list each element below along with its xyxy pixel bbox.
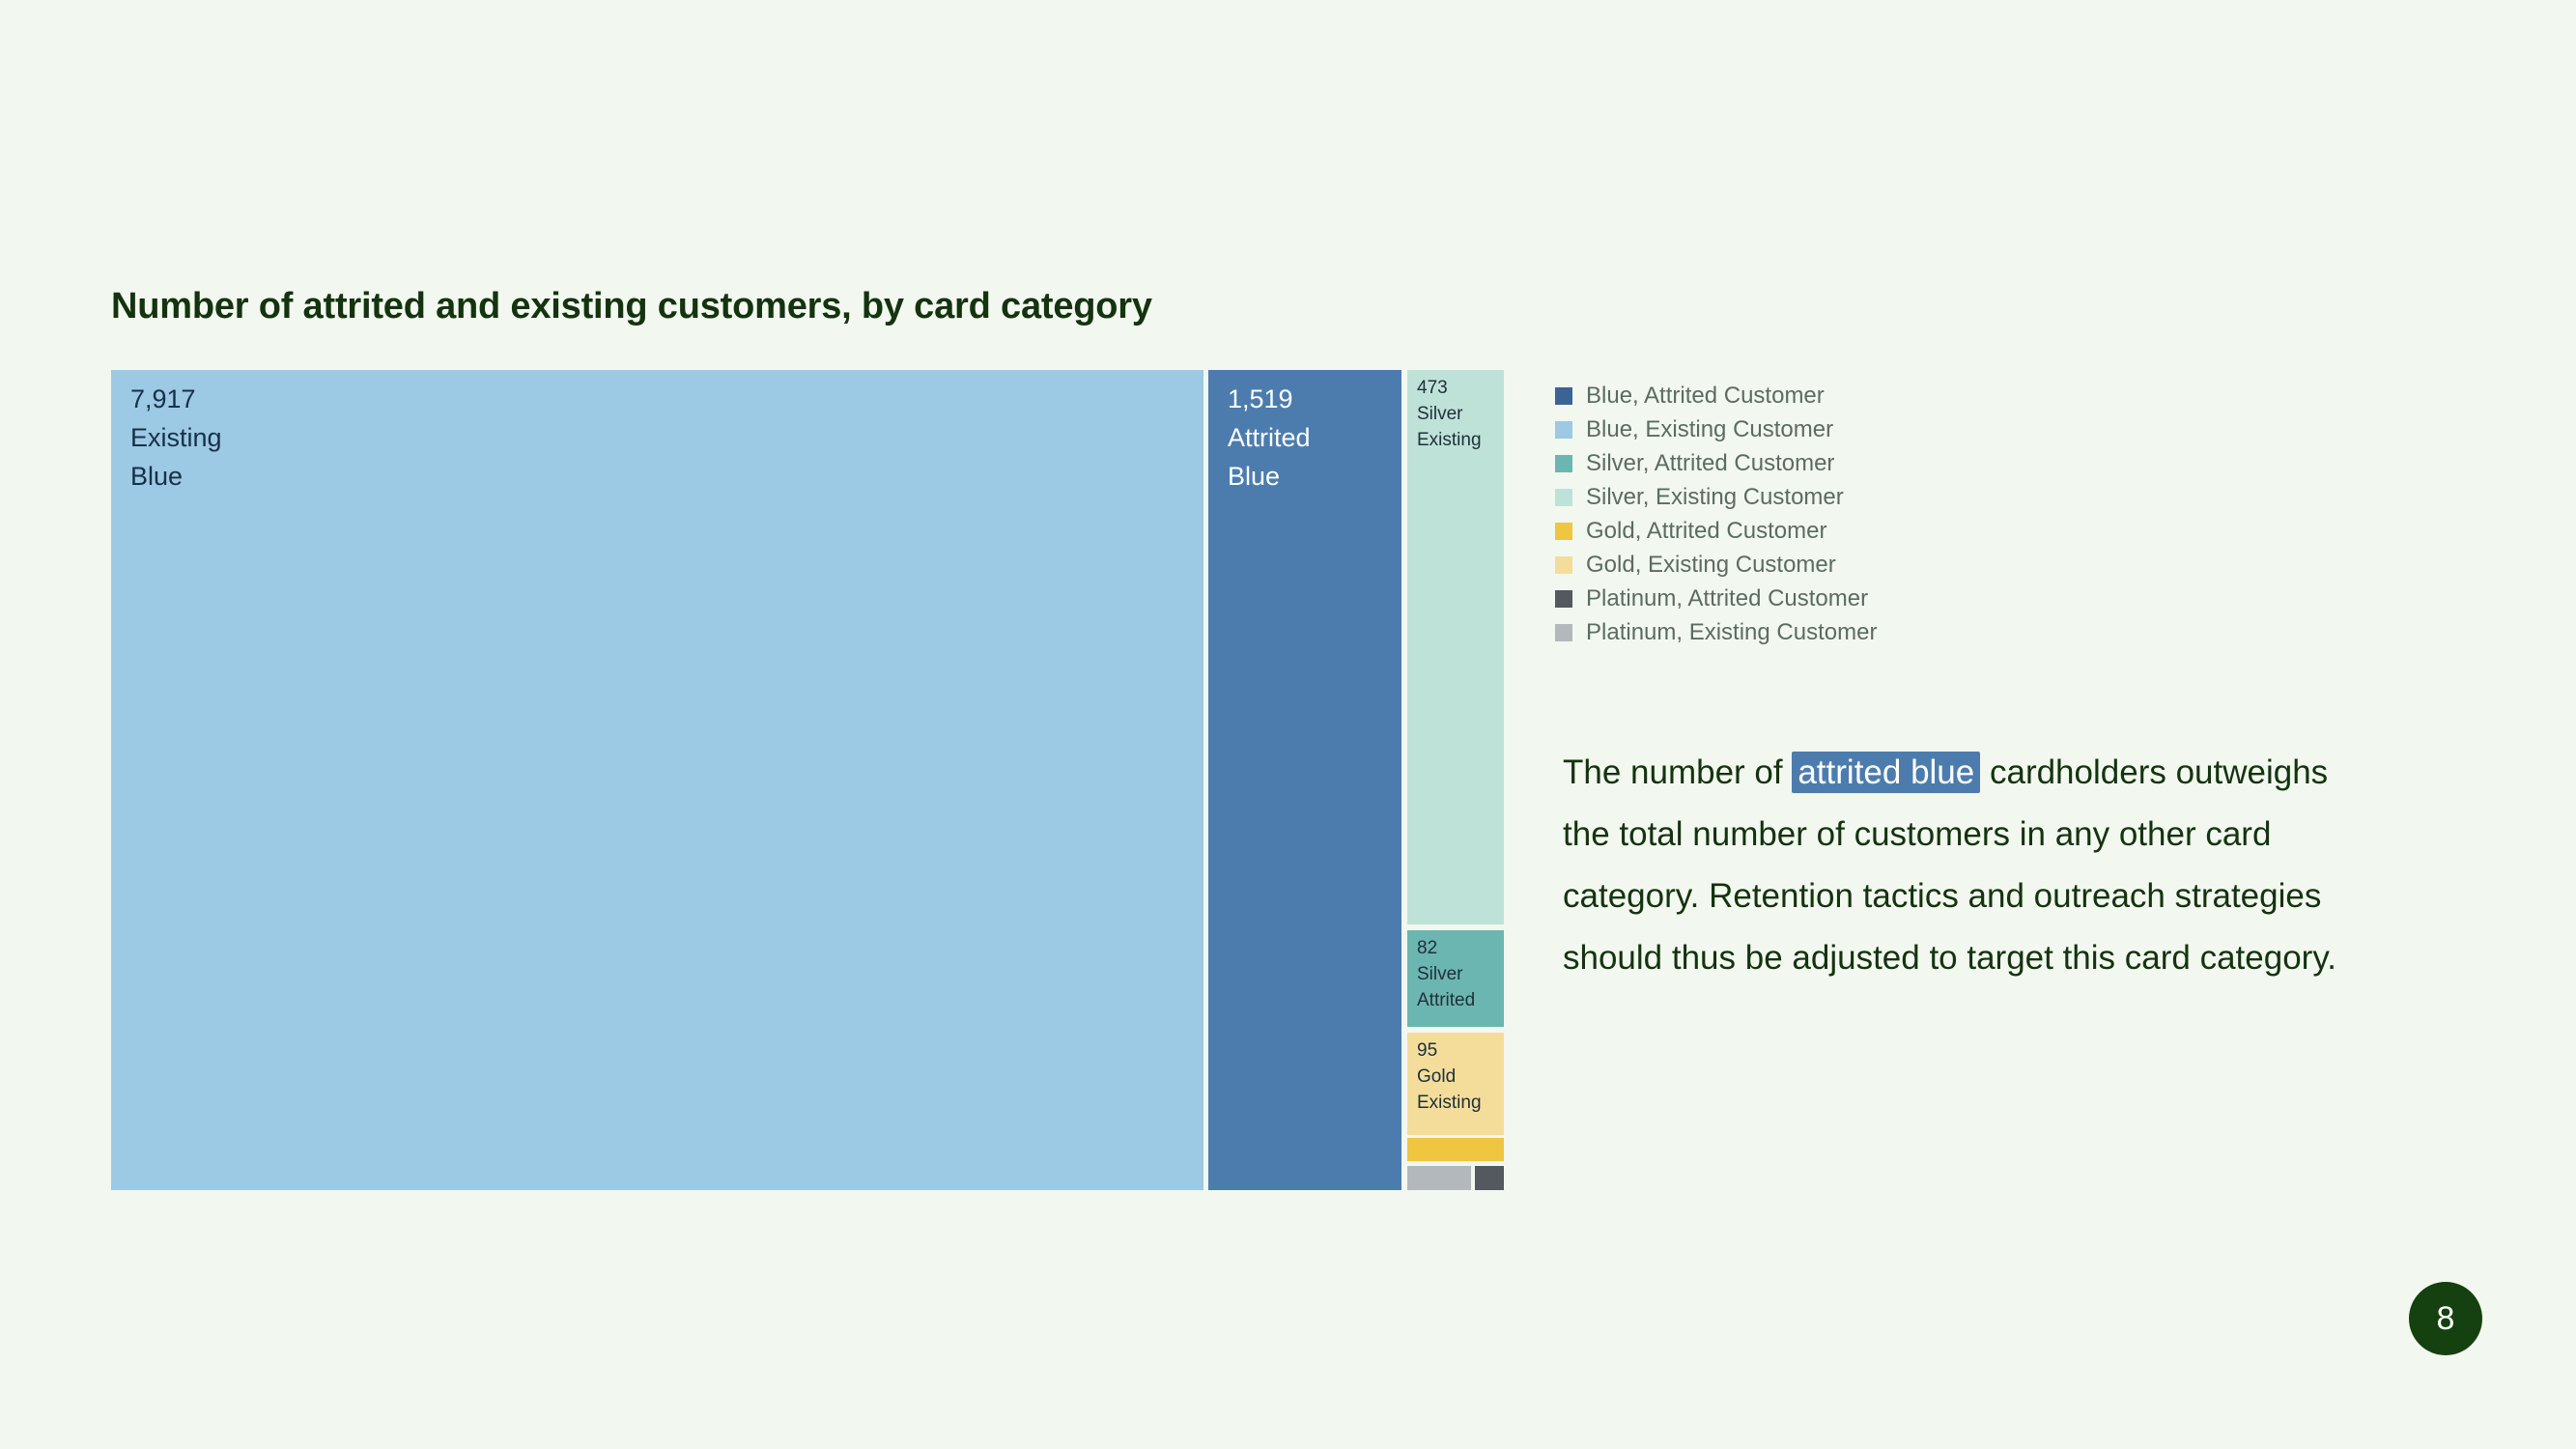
annotation-highlight: attrited blue: [1792, 752, 1981, 793]
treemap-cell-label: 1,519 Attrited Blue: [1228, 384, 1311, 491]
treemap-cell-gold-existing[interactable]: 95 Gold Existing: [1407, 1033, 1504, 1135]
legend-item-label: Gold, Existing Customer: [1586, 551, 1836, 578]
treemap-cell-label: 7,917 Existing Blue: [130, 384, 222, 491]
legend-item-label: Silver, Existing Customer: [1586, 483, 1844, 510]
legend-item-silver-existing[interactable]: Silver, Existing Customer: [1555, 480, 1961, 514]
legend-item-silver-attrited[interactable]: Silver, Attrited Customer: [1555, 446, 1961, 480]
legend-item-blue-existing[interactable]: Blue, Existing Customer: [1555, 412, 1961, 446]
legend-swatch-icon: [1555, 488, 1572, 506]
legend-item-platinum-existing[interactable]: Platinum, Existing Customer: [1555, 615, 1961, 649]
legend-item-label: Silver, Attrited Customer: [1586, 449, 1835, 476]
treemap-cell-gold-attrited[interactable]: [1407, 1138, 1504, 1161]
legend-item-gold-existing[interactable]: Gold, Existing Customer: [1555, 548, 1961, 582]
legend-item-platinum-attrited[interactable]: Platinum, Attrited Customer: [1555, 582, 1961, 615]
treemap-cell-blue-existing[interactable]: 7,917 Existing Blue: [111, 370, 1203, 1190]
legend-swatch-icon: [1555, 420, 1572, 439]
legend-item-label: Blue, Attrited Customer: [1586, 382, 1825, 409]
legend-swatch-icon: [1555, 454, 1572, 472]
treemap-cell-platinum-attrited[interactable]: [1475, 1166, 1504, 1190]
page-number-label: 8: [2436, 1299, 2455, 1337]
treemap-cell-silver-existing[interactable]: 473 Silver Existing: [1407, 370, 1504, 924]
treemap-chart: 7,917 Existing Blue 1,519 Attrited Blue 473 S…: [111, 370, 1523, 1190]
page-title: Number of attrited and existing customer…: [111, 286, 1152, 327]
chart-legend: Blue, Attrited Customer Blue, Existing C…: [1555, 379, 1961, 649]
treemap-cell-silver-attrited[interactable]: 82 Silver Attrited: [1407, 930, 1504, 1027]
legend-swatch-icon: [1555, 386, 1572, 405]
legend-item-label: Platinum, Attrited Customer: [1586, 584, 1869, 611]
page-number-badge: 8: [2409, 1282, 2482, 1355]
legend-item-blue-attrited[interactable]: Blue, Attrited Customer: [1555, 379, 1961, 412]
treemap-cell-platinum-existing[interactable]: [1407, 1166, 1471, 1190]
annotation-text-before: The number of: [1563, 753, 1793, 791]
legend-swatch-icon: [1555, 522, 1572, 540]
legend-swatch-icon: [1555, 589, 1572, 608]
legend-item-label: Platinum, Existing Customer: [1586, 618, 1878, 645]
legend-item-gold-attrited[interactable]: Gold, Attrited Customer: [1555, 514, 1961, 548]
treemap-cell-blue-attrited[interactable]: 1,519 Attrited Blue: [1208, 370, 1401, 1190]
treemap-cell-label: 95 Gold Existing: [1417, 1040, 1482, 1113]
legend-item-label: Blue, Existing Customer: [1586, 415, 1834, 442]
legend-swatch-icon: [1555, 623, 1572, 641]
legend-swatch-icon: [1555, 555, 1572, 574]
treemap-cell-label: 82 Silver Attrited: [1417, 938, 1476, 1010]
treemap-cell-label: 473 Silver Existing: [1417, 378, 1482, 450]
legend-item-label: Gold, Attrited Customer: [1586, 517, 1827, 544]
slide-canvas: Number of attrited and existing customer…: [0, 0, 2576, 1449]
insight-annotation: The number of attrited blue cardholders …: [1563, 742, 2374, 989]
